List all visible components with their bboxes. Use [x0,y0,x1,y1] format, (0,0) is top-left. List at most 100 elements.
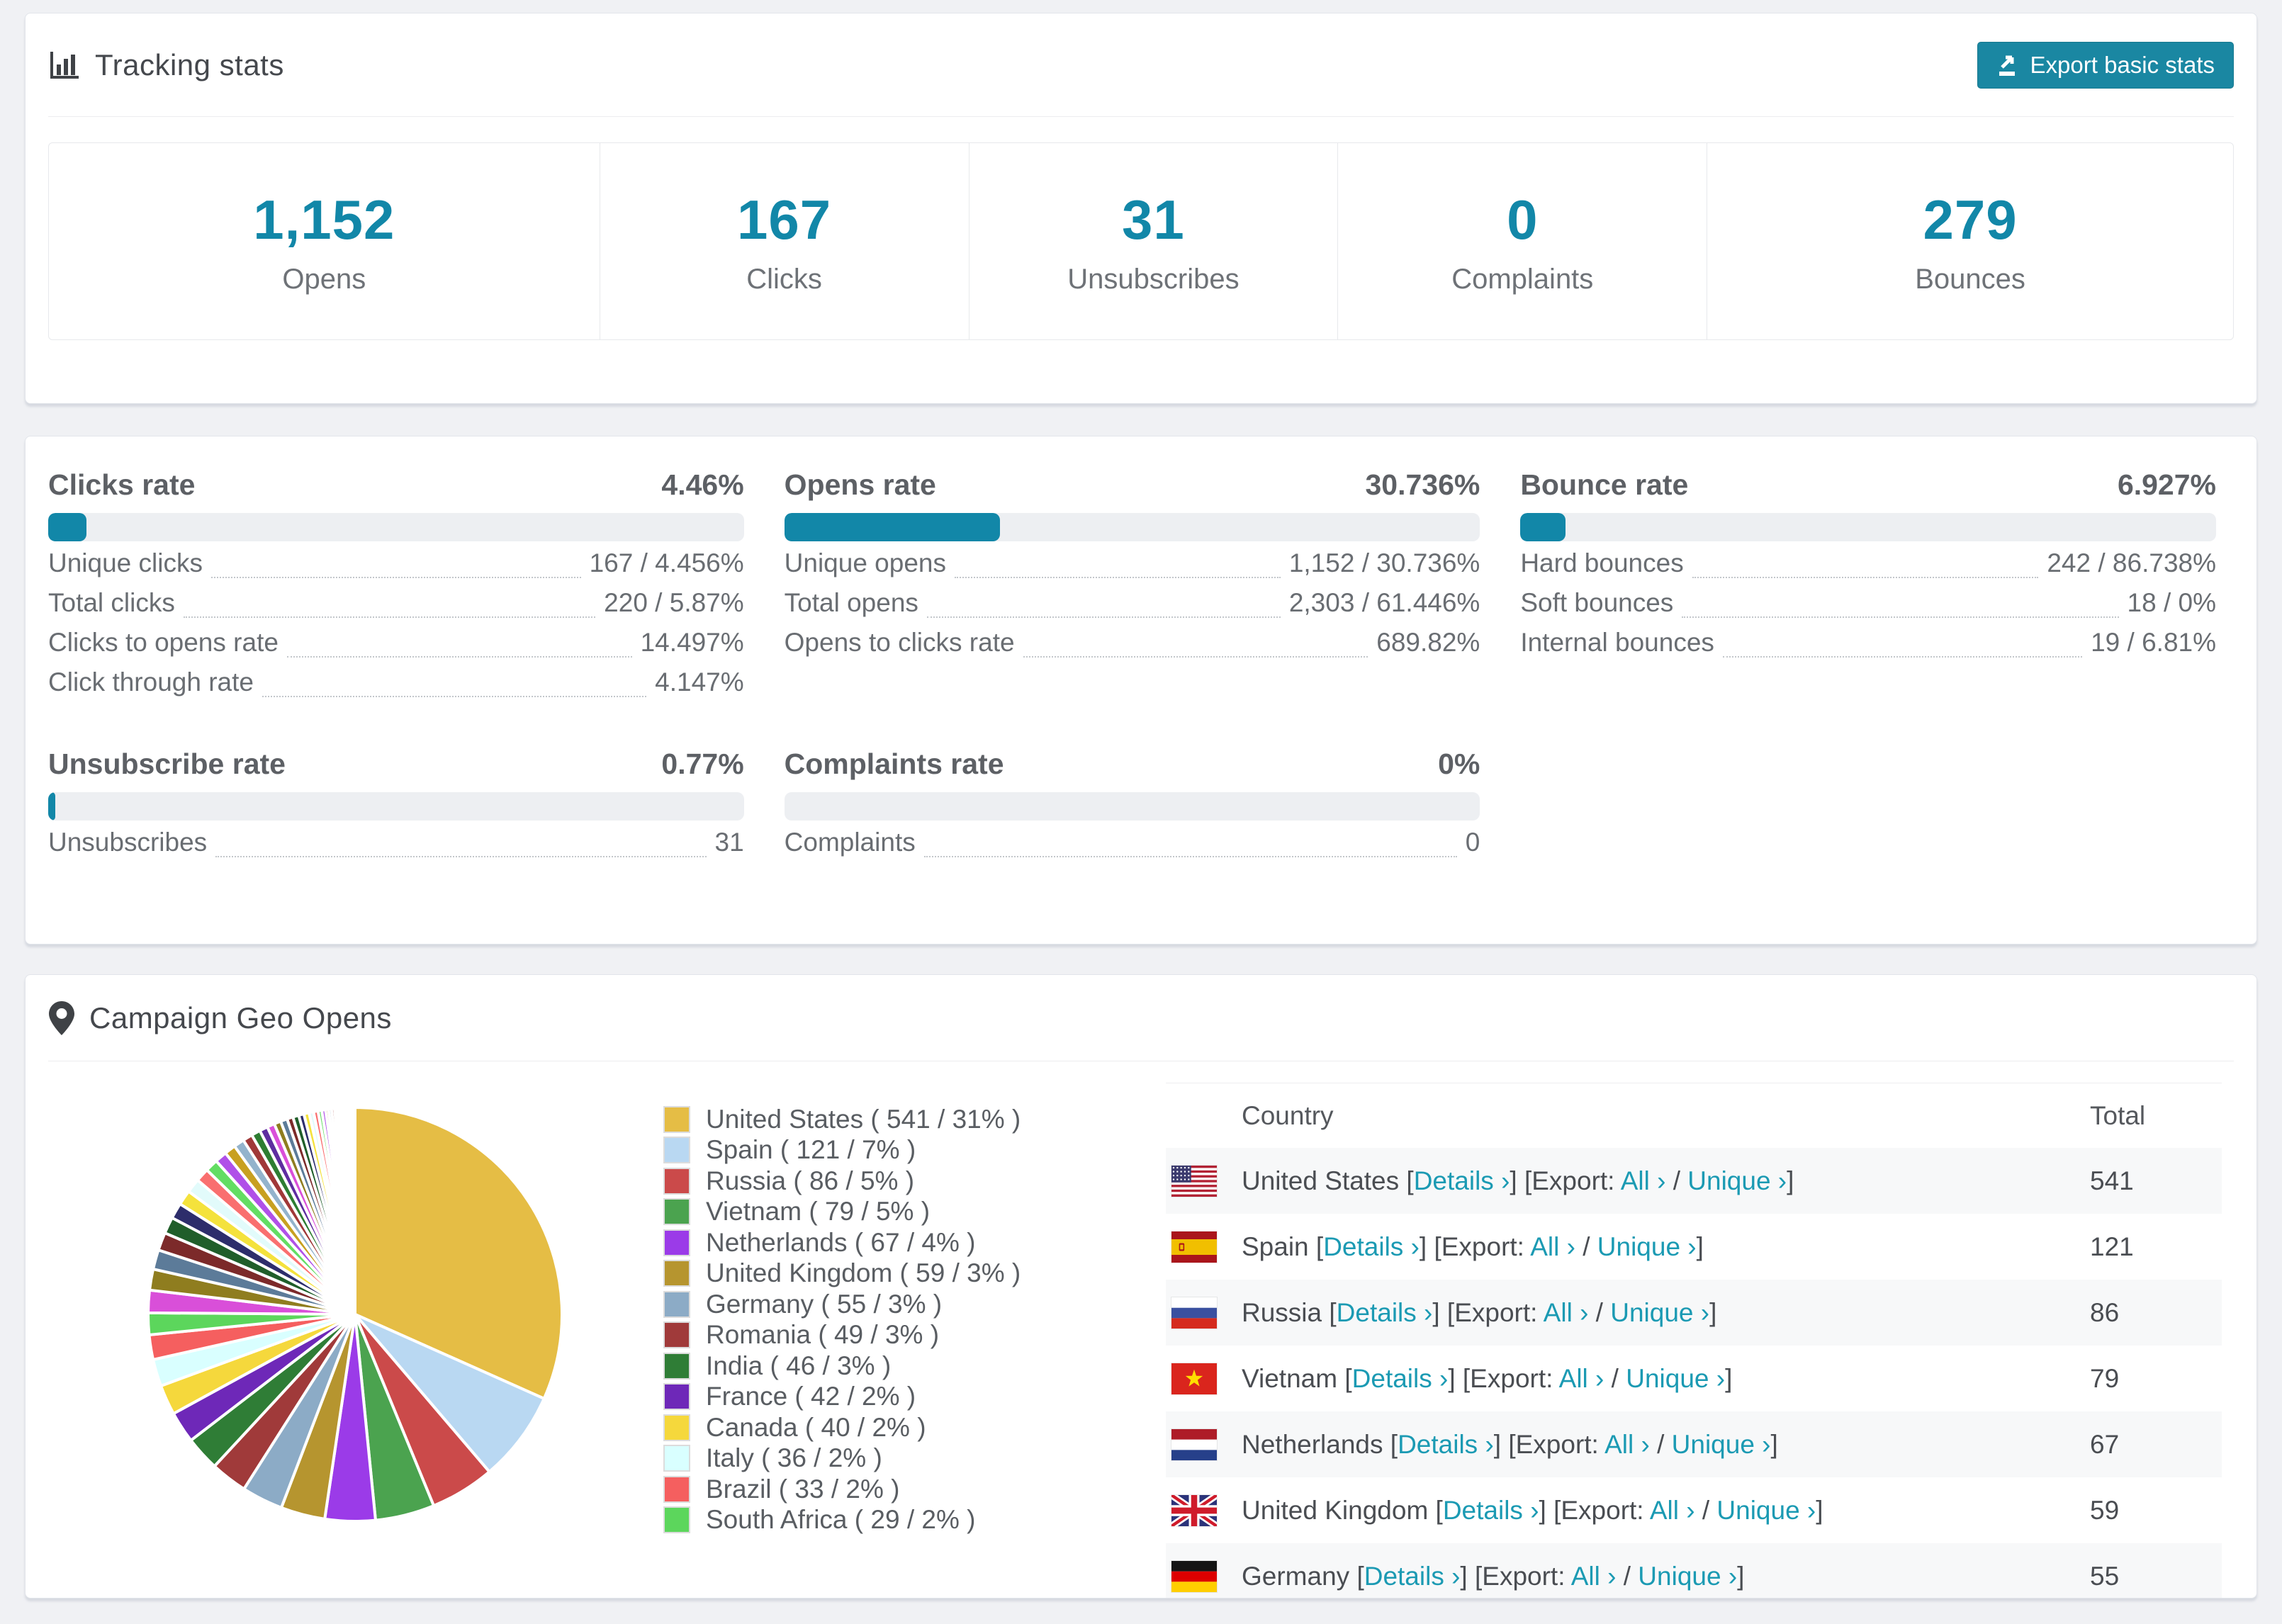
link-separator: ] [Export: [1510,1166,1621,1195]
export-unique-link-netherlands[interactable]: Unique › [1672,1430,1771,1459]
legend-swatch [663,1137,690,1164]
dotted-leader [955,577,1281,578]
counter-value: 1,152 [253,188,395,251]
rate-row-value: 14.497% [640,628,744,657]
total-cell: 55 [2090,1561,2120,1591]
details-link-united-kingdom[interactable]: Details › [1443,1496,1539,1525]
total-cell: 541 [2090,1166,2134,1195]
details-link-netherlands[interactable]: Details › [1398,1430,1494,1459]
export-unique-link-spain[interactable]: Unique › [1597,1232,1697,1261]
dotted-leader [215,856,707,857]
country-cell: United Kingdom [Details ›] [Export: All … [1242,1496,2090,1526]
link-separator: [ [1329,1297,1337,1327]
table-row-netherlands: Netherlands [Details ›] [Export: All › /… [1166,1411,2222,1477]
export-basic-stats-button[interactable]: Export basic stats [1977,41,2234,89]
export-icon [1996,53,2020,77]
dotted-leader [926,616,1281,618]
country-name: Vietnam [1242,1363,1345,1393]
legend-label: Canada ( 40 / 2% ) [706,1412,926,1442]
tracking-stats-header: Tracking stats Export basic stats [48,13,2234,117]
pie-slice-other-45 [352,1105,356,1315]
rate-rows: Unique opens 1,152 / 30.736% Total opens 2,… [785,548,1480,667]
dotted-leader [1023,656,1368,658]
rate-row-label: Complaints [784,828,916,857]
link-separator: ] [1709,1297,1717,1327]
legend-swatch [663,1105,690,1133]
legend-item-canada: Canada ( 40 / 2% ) [663,1412,1166,1443]
details-link-vietnam[interactable]: Details › [1352,1364,1449,1393]
table-row-united-states: United States [Details ›] [Export: All ›… [1166,1148,2222,1214]
link-separator: / [1588,1297,1611,1327]
rate-block-clicks-rate: Clicks rate 4.46% Unique clicks 167 / 4.456… [48,468,744,707]
link-separator: ] [Export: [1460,1561,1571,1591]
legend-swatch [663,1260,690,1287]
rate-row: Soft bounces 18 / 0% [1520,588,2216,628]
details-link-spain[interactable]: Details › [1323,1232,1420,1261]
export-all-link-vietnam[interactable]: All › [1559,1364,1604,1393]
bar-chart-icon [48,49,81,81]
page-title: Tracking stats [95,47,284,81]
total-cell: 86 [2090,1297,2120,1327]
rate-block-unsubscribe-rate: Unsubscribe rate 0.77% Unsubscribes 31 [48,748,744,867]
geo-table-header: Country Total [1166,1083,2222,1148]
details-link-russia[interactable]: Details › [1337,1298,1433,1327]
rate-value: 6.927% [2117,468,2216,501]
counter-value: 167 [737,188,832,251]
geo-pie-chart [48,1061,663,1598]
link-separator: ] [Export: [1432,1297,1544,1327]
legend-swatch [663,1321,690,1349]
export-all-link-spain[interactable]: All › [1530,1232,1575,1261]
rate-row: Clicks to opens rate 14.497% [48,628,744,667]
export-all-link-united-states[interactable]: All › [1621,1166,1666,1195]
rate-block-head: Opens rate 30.736% [785,468,1480,504]
flag-nl-icon [1171,1428,1217,1460]
legend-item-romania: Romania ( 49 / 3% ) [663,1320,1166,1351]
export-all-link-netherlands[interactable]: All › [1604,1430,1650,1459]
rate-row-value: 31 [714,828,744,857]
export-unique-link-vietnam[interactable]: Unique › [1626,1364,1725,1393]
table-row-russia: Russia [Details ›] [Export: All › / Uniq… [1166,1280,2222,1346]
rate-value: 4.46% [661,468,744,501]
rate-row-value: 19 / 6.81% [2091,628,2216,657]
export-unique-link-united-kingdom[interactable]: Unique › [1716,1496,1816,1525]
legend-item-united-kingdom: United Kingdom ( 59 / 3% ) [663,1258,1166,1290]
rate-row: Unique clicks 167 / 4.456% [48,548,744,588]
dotted-leader [1682,616,2119,618]
export-unique-link-united-states[interactable]: Unique › [1687,1166,1787,1195]
legend-label: France ( 42 / 2% ) [706,1382,916,1411]
legend-label: Germany ( 55 / 3% ) [706,1289,943,1319]
legend-item-south-africa: South Africa ( 29 / 2% ) [663,1505,1166,1536]
export-unique-link-germany[interactable]: Unique › [1638,1562,1737,1591]
rate-row-label: Total clicks [48,588,175,617]
rate-row: Total opens 2,303 / 61.446% [785,588,1480,628]
counter-complaints: 0 Complaints [1337,143,1707,339]
dotted-leader [183,616,596,618]
country-cell: Russia [Details ›] [Export: All › / Uniq… [1242,1298,2090,1328]
rate-title: Opens rate [784,468,936,501]
details-link-germany[interactable]: Details › [1364,1562,1461,1591]
link-separator: [ [1356,1561,1364,1591]
rate-block-head: Bounce rate 6.927% [1520,468,2216,504]
export-all-link-germany[interactable]: All › [1571,1562,1617,1591]
details-link-united-states[interactable]: Details › [1414,1166,1510,1195]
campaign-geo-opens-card: Campaign Geo Opens United States ( 541 /… [25,974,2257,1598]
link-separator: ] [Export: [1493,1429,1605,1459]
rate-block-head: Complaints rate 0% [785,748,1480,783]
legend-item-germany: Germany ( 55 / 3% ) [663,1289,1166,1320]
rate-progress-bar [784,792,1480,821]
export-unique-link-russia[interactable]: Unique › [1610,1298,1709,1327]
geo-body: United States ( 541 / 31% ) Spain ( 121 /… [26,1061,2256,1598]
legend-label: Russia ( 86 / 5% ) [706,1166,915,1195]
legend-item-netherlands: Netherlands ( 67 / 4% ) [663,1227,1166,1258]
country-cell: United States [Details ›] [Export: All ›… [1242,1166,2090,1196]
rate-row-value: 2,303 / 61.446% [1288,588,1480,617]
counter-label: Unsubscribes [1067,263,1240,295]
legend-item-vietnam: Vietnam ( 79 / 5% ) [663,1197,1166,1228]
link-separator: / [1616,1561,1639,1591]
country-name: United States [1242,1166,1407,1195]
export-all-link-united-kingdom[interactable]: All › [1650,1496,1695,1525]
export-all-link-russia[interactable]: All › [1544,1298,1589,1327]
link-separator: [ [1406,1166,1414,1195]
legend-label: Brazil ( 33 / 2% ) [706,1474,900,1504]
counter-label: Bounces [1915,263,2025,295]
